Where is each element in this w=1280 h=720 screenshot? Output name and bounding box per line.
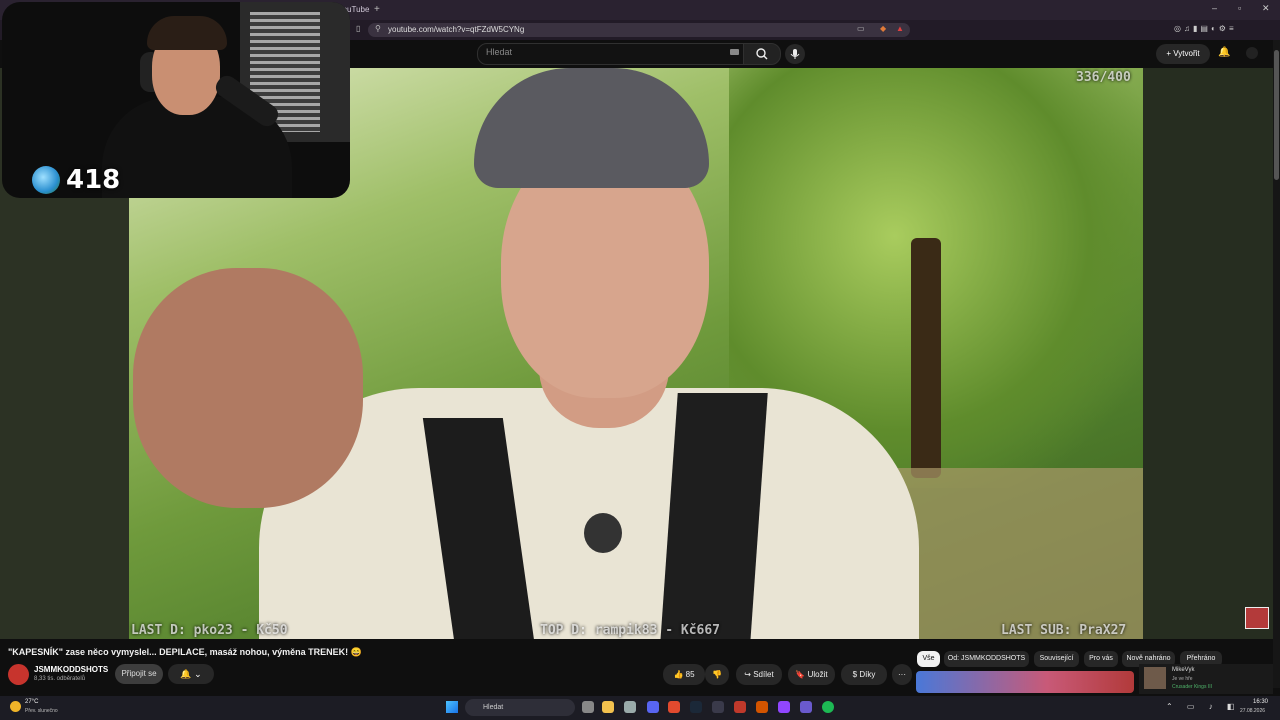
site-info-icon[interactable]: ⚲	[375, 24, 381, 33]
brave-shield-icon[interactable]: ◆	[880, 24, 886, 33]
player-letterbox-right	[1143, 68, 1273, 639]
scrollbar-thumb[interactable]	[1274, 50, 1279, 180]
weather-sun-icon[interactable]	[10, 701, 21, 712]
webcam-overlay: 418	[2, 2, 350, 198]
friend-avatar	[1144, 667, 1166, 689]
taskbar-search[interactable]	[465, 699, 575, 716]
app-icon-11[interactable]	[800, 701, 812, 713]
channel-watermark	[1245, 607, 1269, 629]
last-subscriber: LAST SUB: PraX27	[1001, 623, 1127, 638]
more-actions-button[interactable]: ···	[892, 664, 912, 685]
maximize-icon[interactable]: ▫	[1238, 3, 1241, 13]
lavalier-mic	[584, 513, 622, 553]
streamer-hair	[147, 16, 227, 50]
dislike-button[interactable]: 👎	[705, 664, 729, 685]
voice-search-button[interactable]	[785, 44, 805, 64]
app-icon-8[interactable]	[734, 701, 746, 713]
subscription-bell-button[interactable]: 🔔 ⌄	[168, 664, 214, 684]
store-icon[interactable]	[624, 701, 636, 713]
forest-path	[889, 468, 1143, 639]
create-button[interactable]: + Vytvořit	[1156, 44, 1210, 64]
weather-description: Přev. slunečno	[25, 708, 58, 714]
cast-icon[interactable]: ▭	[857, 24, 865, 33]
windows-taskbar	[0, 696, 1280, 720]
weather-temperature[interactable]: 27°C	[25, 699, 38, 705]
discord-icon[interactable]	[647, 701, 659, 713]
subscriber-count: 8,33 tis. odběratelů	[34, 676, 86, 682]
windows-start-icon[interactable]	[446, 701, 458, 713]
brave-icon[interactable]	[668, 701, 680, 713]
friend-status: Je ve hře	[1172, 676, 1193, 682]
brave-rewards-icon[interactable]: ▲	[896, 24, 904, 33]
like-button[interactable]: 👍 85	[663, 664, 705, 685]
share-button[interactable]: ↪ Sdílet	[736, 664, 782, 685]
channel-avatar[interactable]	[8, 664, 29, 685]
viewer-count: 418	[66, 165, 121, 195]
last-donation: LAST D: pko23 - Kč50	[131, 623, 288, 638]
chip-all[interactable]: Vše	[917, 651, 940, 667]
clock-date[interactable]: 27.08.2026	[1240, 708, 1265, 714]
friend-game: Crusader Kings III	[1172, 684, 1213, 690]
friend-name: MikeVyk	[1172, 667, 1195, 673]
account-avatar[interactable]	[1246, 47, 1258, 59]
chip-from-channel[interactable]: Od: JSMMKODDSHOTS	[944, 651, 1029, 667]
spotify-icon[interactable]	[822, 701, 834, 713]
task-view-icon[interactable]	[582, 701, 594, 713]
thanks-button[interactable]: $ Díky	[841, 664, 887, 685]
recommended-video-thumbnail[interactable]	[916, 671, 1134, 693]
chip-related[interactable]: Související	[1034, 651, 1079, 667]
new-tab-button[interactable]: +	[374, 3, 380, 17]
app-icon-7[interactable]	[712, 701, 724, 713]
extensions-icons[interactable]: ◎♫▮▤◐⚙≡	[1174, 24, 1237, 33]
notifications-icon[interactable]: 🔔	[1218, 47, 1230, 58]
baseball-cap	[474, 68, 709, 188]
app-icon-9[interactable]	[756, 701, 768, 713]
tree-trunk	[911, 238, 941, 478]
goal-counter: 336/400	[1076, 70, 1131, 85]
channel-name[interactable]: JSMMKODDSHOTS	[34, 665, 108, 674]
join-button[interactable]: Připojit se	[115, 664, 163, 684]
taskbar-search-placeholder: Hledat	[483, 704, 504, 711]
bookmark-icon[interactable]: ▯	[356, 24, 360, 33]
chip-for-you[interactable]: Pro vás	[1084, 651, 1118, 667]
close-icon[interactable]: ✕	[1262, 3, 1270, 14]
save-button[interactable]: 🔖 Uložit	[788, 664, 835, 685]
backpack-strap-right	[660, 393, 768, 639]
twitch-icon[interactable]	[778, 701, 790, 713]
system-tray[interactable]: ⌃ ▭ ♪ ◧	[1166, 702, 1241, 711]
video-title: "KAPESNÍK" zase něco vymyslel... DEPILAC…	[8, 647, 362, 657]
search-input[interactable]	[477, 43, 745, 65]
keyboard-icon[interactable]	[730, 49, 739, 55]
top-donation: TOP D: rampik83 - Kč667	[540, 623, 721, 638]
file-explorer-icon[interactable]	[602, 701, 614, 713]
microphone-icon	[790, 49, 800, 59]
steam-icon[interactable]	[690, 701, 702, 713]
url-text[interactable]: youtube.com/watch?v=qtFZdW5CYNg	[388, 24, 524, 36]
person-hand	[133, 268, 363, 508]
search-placeholder: Hledat	[486, 47, 513, 57]
search-button[interactable]	[743, 43, 781, 65]
minimize-icon[interactable]: –	[1212, 3, 1217, 13]
search-icon	[756, 48, 768, 60]
clock-time[interactable]: 16:30	[1253, 699, 1268, 705]
globe-icon	[32, 166, 60, 194]
